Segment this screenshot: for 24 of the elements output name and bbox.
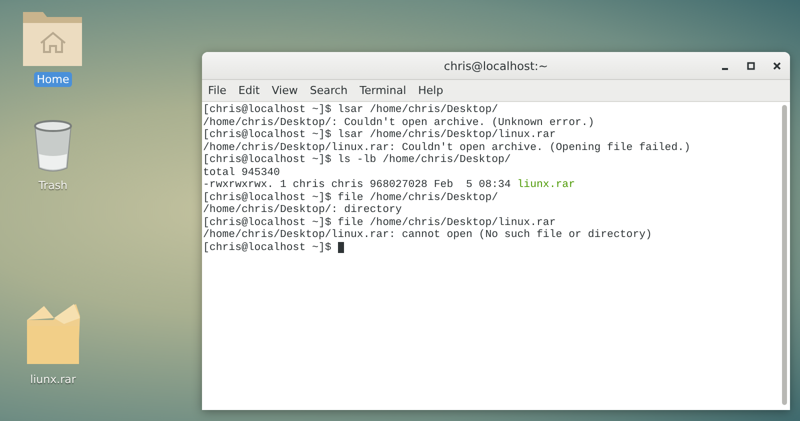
terminal-line: [chris@localhost ~]$ lsar /home/chris/Desktop/ <box>203 104 498 116</box>
trash-can-icon[interactable] <box>31 118 75 174</box>
menu-item[interactable]: Search <box>310 84 348 97</box>
terminal-line: /home/chris/Desktop/linux.rar: cannot open (No such file or directory) <box>203 229 652 242</box>
terminal-line: /home/chris/Desktop/: directory <box>203 204 402 216</box>
terminal-line: /home/chris/Desktop/linux.rar: Couldn't open archive. (Opening file failed.) <box>203 142 690 154</box>
terminal-line: [chris@localhost ~]$ file /home/chris/Desktop/ <box>203 192 498 204</box>
terminal-line: total 945340 <box>203 166 280 179</box>
terminal-line: -rwxrwxrwx. 1 chris chris 968027028 Feb 5 08:34 <box>203 179 512 192</box>
terminal-line: [chris@localhost ~]$ <box>203 242 332 254</box>
menu-item[interactable]: Help <box>418 84 444 97</box>
close-icon[interactable] <box>772 61 782 71</box>
terminal-line: [chris@localhost ~]$ ls -lb /home/chris/Desktop/ <box>203 154 511 166</box>
scrollbar[interactable] <box>782 105 787 405</box>
menu-item[interactable]: Terminal <box>360 84 406 97</box>
window-title: chris@localhost:~ <box>444 58 548 72</box>
terminal-line: [chris@localhost ~]$ lsar /home/chris/Desktop/linux.rar <box>203 129 556 142</box>
maximize-icon[interactable] <box>746 61 756 71</box>
file-name: liunx.rar <box>517 179 575 192</box>
menu-item[interactable]: Edit <box>238 84 260 97</box>
menu-item[interactable]: File <box>208 84 226 97</box>
terminal-line: [chris@localhost ~]$ file /home/chris/Desktop/linux.rar <box>203 216 556 229</box>
terminal-line: /home/chris/Desktop/: Couldn't open archive. (Unknown error.) <box>203 116 594 129</box>
menu-item[interactable]: View <box>272 84 298 97</box>
